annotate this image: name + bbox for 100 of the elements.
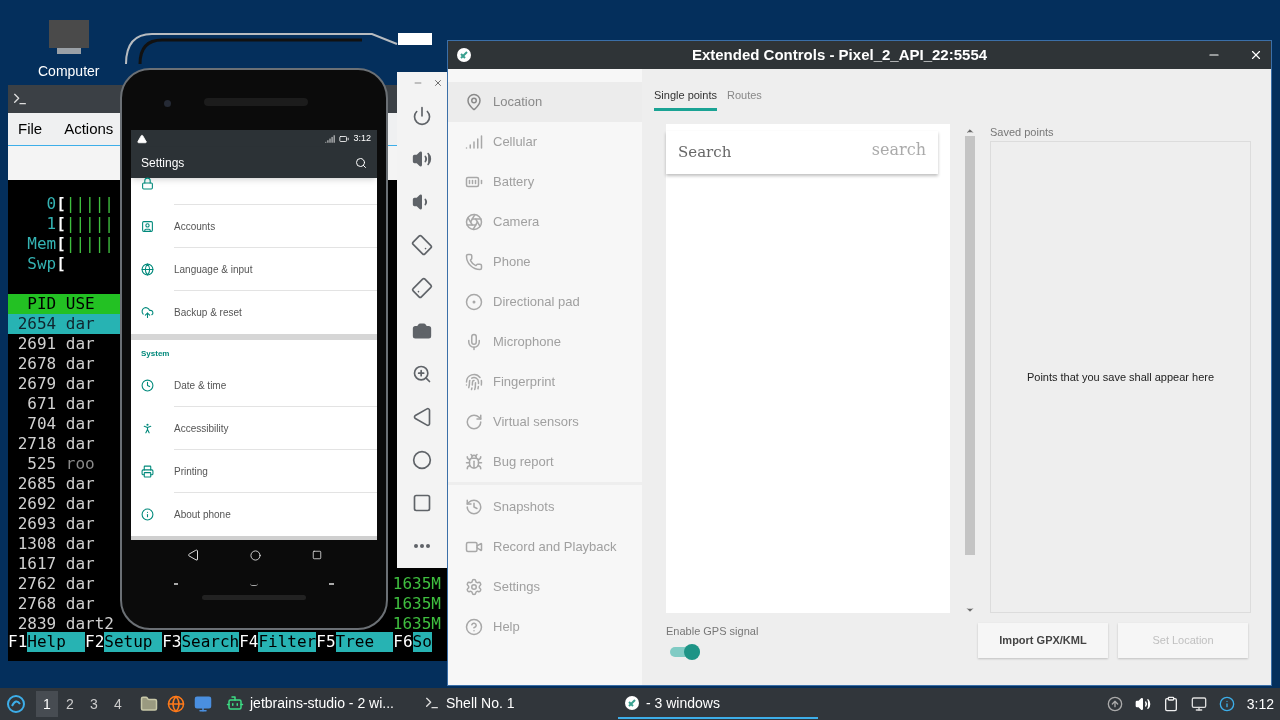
monitor-icon[interactable]: [194, 695, 212, 713]
process-row[interactable]: 2678 dar: [8, 354, 120, 374]
process-row[interactable]: 671 dar: [8, 394, 120, 414]
status-time: 3:12: [353, 131, 371, 145]
preference-row[interactable]: Language & input: [131, 248, 377, 292]
process-row[interactable]: 2768 dar: [8, 594, 120, 614]
power-icon: [412, 105, 432, 126]
pid-cell-text: 2654: [16, 314, 57, 334]
close-icon[interactable]: [1249, 48, 1263, 62]
volume-icon[interactable]: [1134, 696, 1151, 712]
task-button[interactable]: - 3 windows: [618, 689, 818, 719]
process-row[interactable]: 1617 dar: [8, 554, 120, 574]
gps-label: Enable GPS signal: [666, 624, 760, 639]
overview-icon[interactable]: [311, 550, 322, 560]
pid-cell-text: 2691: [16, 334, 57, 354]
preference-row[interactable]: Accounts: [131, 205, 377, 249]
function-key-action[interactable]: Help: [27, 632, 86, 652]
pid-cell-text: 2839: [16, 614, 57, 634]
settings-item-label: Backup & reset: [174, 306, 242, 321]
tab[interactable]: Single points: [654, 83, 717, 111]
workspace-button[interactable]: 3: [82, 691, 106, 717]
settings-item-label: Language & input: [174, 262, 253, 277]
desktop-icon-label[interactable]: Computer: [38, 61, 100, 82]
signal-icon: [465, 133, 483, 151]
process-row[interactable]: 2692 dar: [8, 494, 120, 514]
folder-icon[interactable]: [140, 695, 158, 713]
memory-cell: 1635M: [392, 574, 441, 594]
preference-row[interactable]: About phone: [131, 493, 377, 537]
signal-icon: [325, 133, 336, 144]
map-pin-icon: [465, 93, 483, 111]
user-cell: roo: [65, 454, 95, 474]
user-cell: dar: [65, 414, 95, 434]
preference-row[interactable]: Printing: [131, 450, 377, 494]
workspace-button[interactable]: 4: [106, 691, 130, 717]
function-key: F4: [239, 632, 259, 652]
scroll-down-icon[interactable]: [965, 605, 975, 615]
settings-item-label: Accessibility: [174, 421, 229, 436]
network-icon[interactable]: [1190, 696, 1207, 712]
process-row[interactable]: 2693 dar: [8, 514, 120, 534]
meter-bars: |||||: [65, 194, 114, 214]
scroll-up-icon[interactable]: [965, 126, 975, 136]
process-row[interactable]: 2654 dar: [8, 314, 120, 334]
pid-cell-text: 1308: [16, 534, 57, 554]
preference-row[interactable]: Accessibility: [131, 407, 377, 451]
scrollbar-thumb[interactable]: [965, 136, 975, 555]
menu-item[interactable]: File: [18, 117, 43, 141]
process-row[interactable]: 2718 dar: [8, 434, 120, 454]
help-icon: [465, 618, 483, 636]
process-row[interactable]: 525 roo: [8, 454, 120, 474]
pid-cell-text: 2692: [16, 494, 57, 514]
process-row[interactable]: 704 dar: [8, 414, 120, 434]
process-row[interactable]: 2691 dar: [8, 334, 120, 354]
action-button[interactable]: Import GPX/KML: [978, 623, 1108, 658]
clipboard-icon[interactable]: [1162, 696, 1179, 712]
more-icon: [414, 543, 430, 548]
process-row[interactable]: 2839 dart2: [8, 614, 120, 634]
search-input[interactable]: Search: [678, 141, 872, 164]
search-icon[interactable]: [355, 156, 367, 169]
front-camera-icon: [164, 100, 171, 107]
pid-cell-text: 2693: [16, 514, 57, 534]
menu-item[interactable]: Actions: [64, 117, 114, 141]
phone-icon: [465, 253, 483, 271]
user-cell: dar: [65, 474, 95, 494]
function-key: F3: [162, 632, 182, 652]
process-row[interactable]: 1308 dar: [8, 534, 120, 554]
meter-bracket: [: [56, 234, 66, 254]
process-row[interactable]: 2685 dar: [8, 474, 120, 494]
lock-icon: [141, 177, 154, 191]
pid-cell-text: 2718: [16, 434, 57, 454]
function-key-action[interactable]: Tree: [335, 632, 394, 652]
back-icon[interactable]: [186, 549, 199, 561]
notification-icon[interactable]: [1218, 696, 1235, 712]
preference-row[interactable]: Backup & reset: [131, 291, 377, 335]
task-button[interactable]: jetbrains-studio - 2 wi...: [222, 689, 410, 719]
globe-icon: [141, 263, 154, 277]
user-cell: dar: [65, 434, 95, 454]
workspace-button[interactable]: 2: [58, 691, 82, 717]
preference-row[interactable]: Date & time: [131, 364, 377, 408]
clock-icon: [141, 379, 154, 393]
workspace-button[interactable]: 1: [36, 691, 58, 717]
function-key-action[interactable]: Search: [181, 632, 240, 652]
function-key-action[interactable]: So: [412, 632, 432, 652]
process-row[interactable]: 2762 dar: [8, 574, 120, 594]
task-button[interactable]: Shell No. 1: [420, 689, 608, 719]
home-icon[interactable]: [249, 549, 261, 561]
function-key-action[interactable]: Setup: [104, 632, 163, 652]
user-cell: dar: [65, 374, 95, 394]
start-menu-icon[interactable]: [6, 694, 26, 714]
fingerprint-icon: [465, 373, 483, 391]
meter-label: 1: [45, 214, 57, 234]
pid-cell-text: 1617: [16, 554, 57, 574]
window-fragment: [398, 33, 432, 45]
function-key-action[interactable]: Filter: [258, 632, 317, 652]
clock[interactable]: 3:12: [1246, 693, 1274, 715]
process-row[interactable]: 2679 dar: [8, 374, 120, 394]
search-label: search: [871, 138, 926, 161]
browser-icon[interactable]: [167, 695, 185, 713]
user-cell: dar: [65, 594, 95, 614]
user-cell: dar: [65, 314, 95, 334]
arrow-up-icon[interactable]: [1106, 696, 1123, 712]
